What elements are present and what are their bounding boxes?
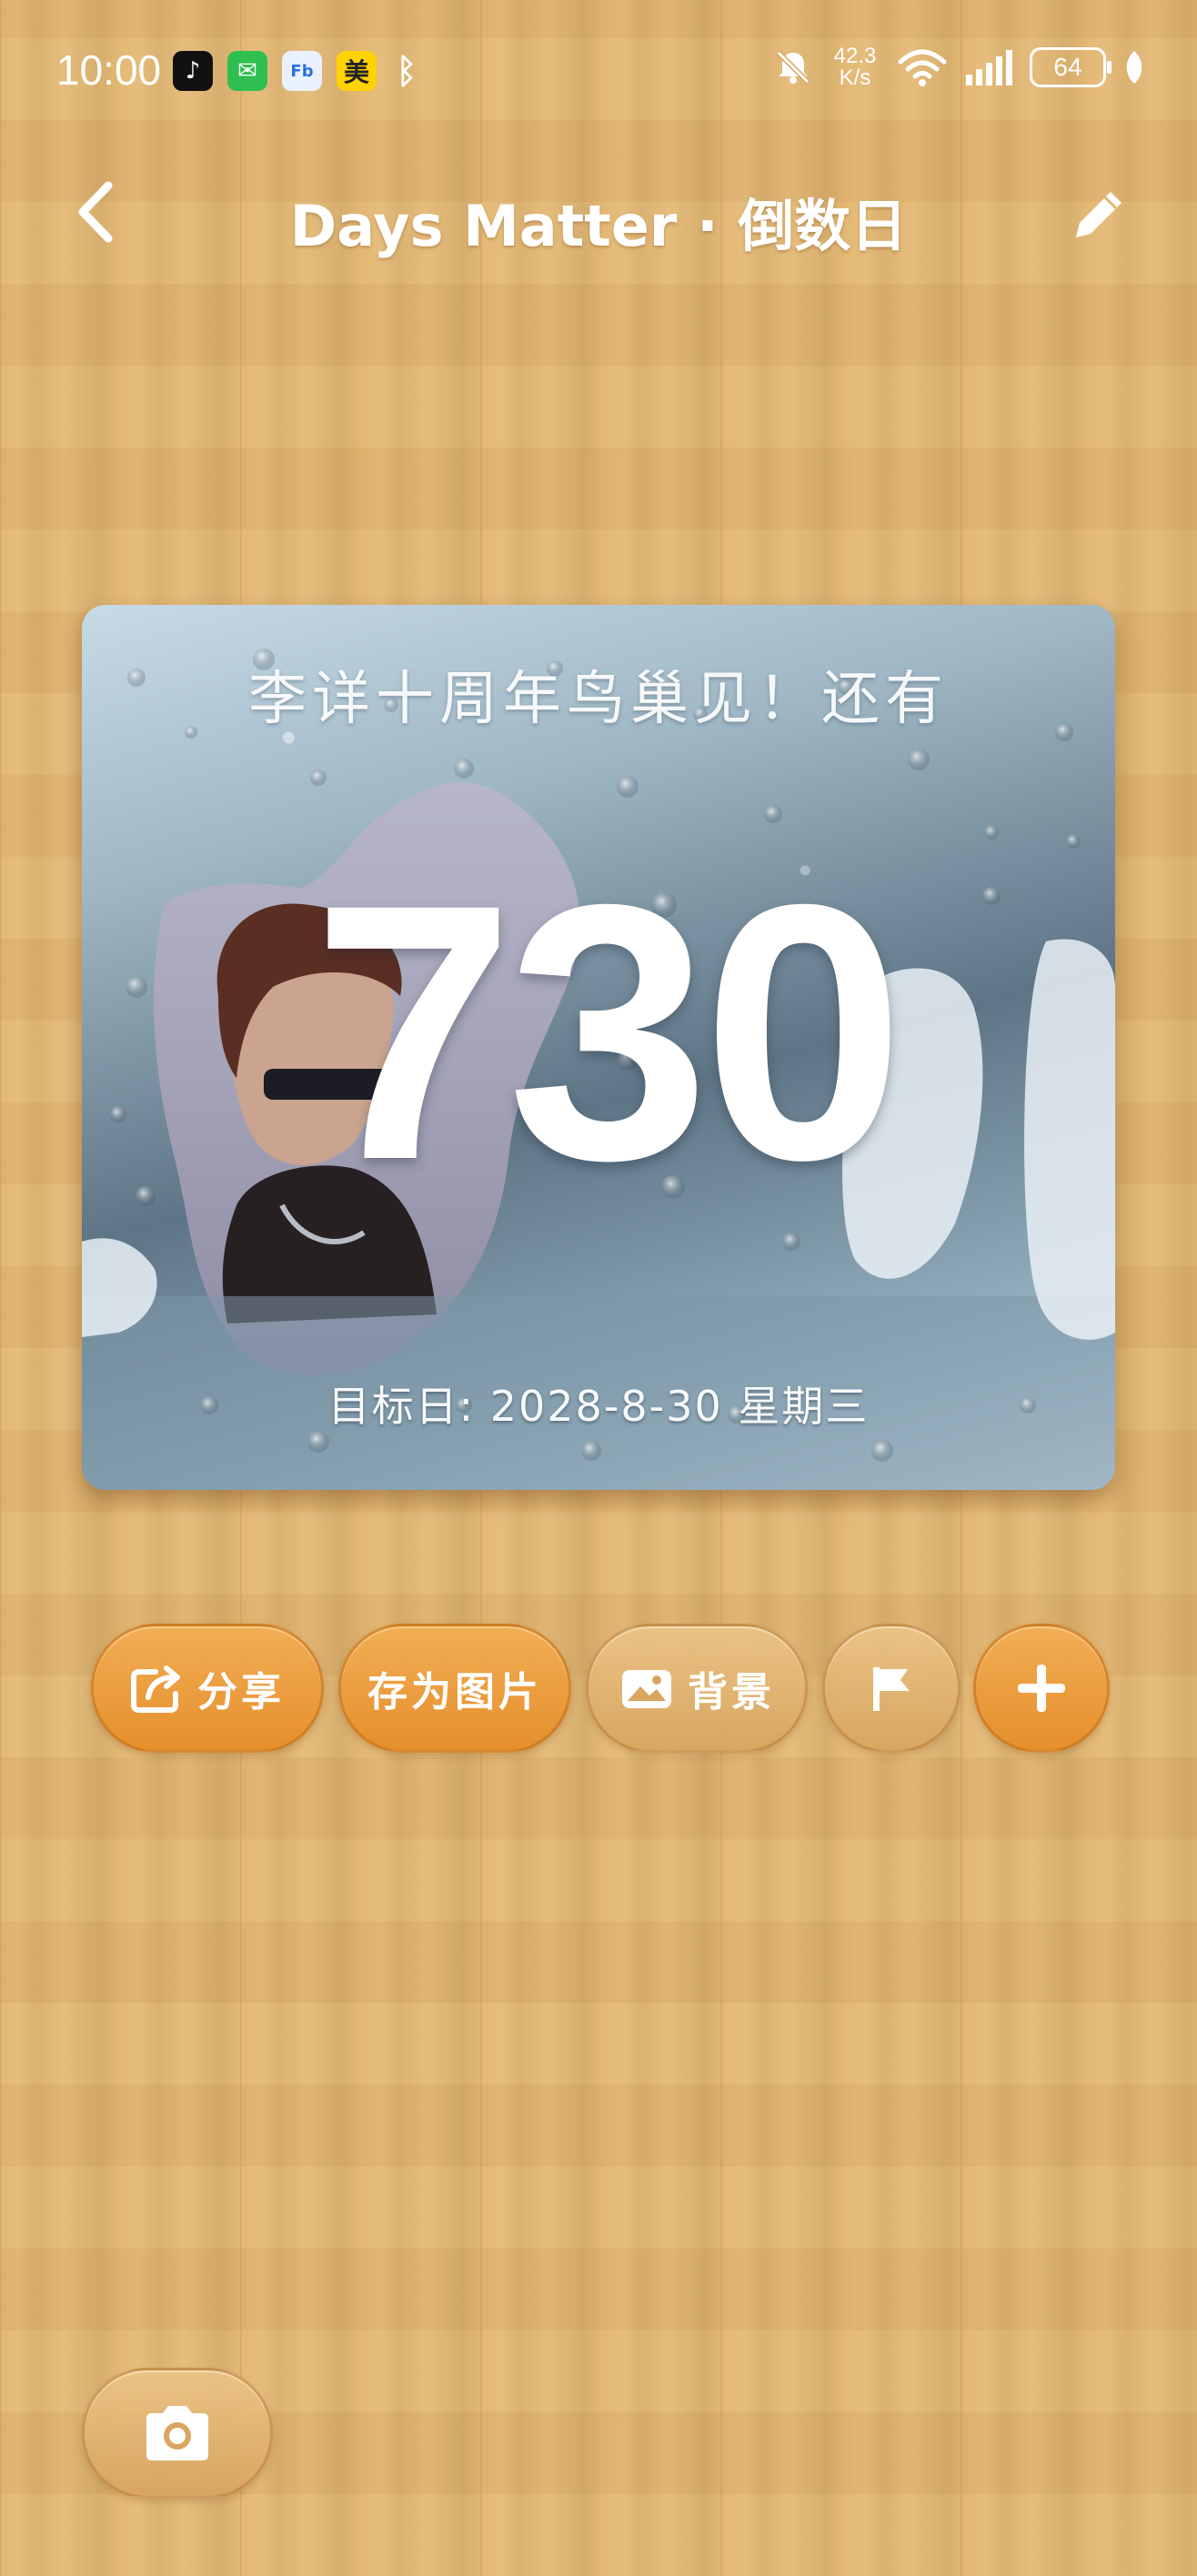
- status-time: 10:00: [56, 46, 162, 94]
- mute-bell-icon: [773, 47, 813, 87]
- camera-icon: [146, 2406, 208, 2460]
- status-right: 42.3 K/s 64: [773, 45, 1146, 89]
- event-title: 李详十周年鸟巢见！还有: [248, 666, 949, 733]
- camera-button[interactable]: [82, 2368, 273, 2499]
- target-date: 目标日: 2028-8-30 星期三: [327, 1382, 870, 1431]
- tiktok-icon: ♪: [173, 51, 213, 91]
- share-icon: [131, 1665, 180, 1713]
- share-button[interactable]: 分享: [91, 1624, 324, 1753]
- days-remaining: 730: [312, 829, 904, 1235]
- fb-icon: Fb: [282, 51, 322, 91]
- leaf-icon: [1122, 49, 1146, 86]
- save-as-image-button[interactable]: 存为图片: [338, 1624, 571, 1753]
- net-speed-unit: K/s: [839, 65, 871, 90]
- add-button[interactable]: [973, 1624, 1110, 1753]
- wiped-letter-shape: [1024, 939, 1115, 1340]
- wifi-icon: [897, 47, 948, 87]
- edit-button[interactable]: [1064, 180, 1133, 249]
- net-speed-value: 42.3: [833, 44, 877, 68]
- image-icon: [622, 1670, 671, 1708]
- plus-icon: [1018, 1665, 1065, 1712]
- flag-button[interactable]: [822, 1624, 961, 1753]
- flag-icon: [873, 1667, 910, 1711]
- signal-icon: [964, 47, 1013, 87]
- net-speed: 42.3 K/s: [830, 45, 880, 89]
- status-bar: 10:00 ♪ ✉ Fb 美 ᛒ 42.3 K/s 64: [0, 0, 1197, 136]
- meituan-icon: 美: [337, 51, 377, 91]
- event-card[interactable]: 李详十周年鸟巢见！还有 730 目标日: 2028-8-30 星期三: [82, 605, 1115, 1490]
- pencil-icon: [1076, 192, 1122, 237]
- page-title: Days Matter · 倒数日: [289, 193, 908, 259]
- notification-icons: ♪ ✉ Fb 美 ᛒ: [173, 51, 422, 91]
- title-bar: Days Matter · 倒数日: [0, 164, 1197, 264]
- bluetooth-icon: ᛒ: [396, 51, 417, 91]
- background-button[interactable]: 背景: [586, 1624, 808, 1753]
- background-label: 背景: [688, 1669, 775, 1716]
- share-label: 分享: [197, 1669, 285, 1716]
- wechat-icon: ✉: [227, 51, 267, 91]
- battery-indicator: 64: [1030, 47, 1112, 87]
- save-as-image-label: 存为图片: [367, 1669, 542, 1716]
